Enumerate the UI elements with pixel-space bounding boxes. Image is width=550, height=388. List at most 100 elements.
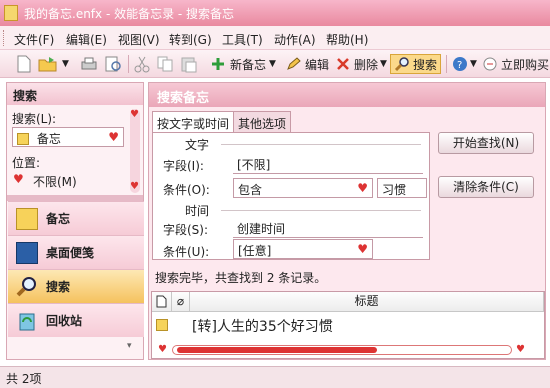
pencil-icon bbox=[287, 57, 301, 70]
delete-x-icon bbox=[337, 58, 349, 70]
open-folder-icon[interactable] bbox=[38, 54, 58, 74]
condition-text-input[interactable]: 习惯 bbox=[377, 178, 427, 198]
table-row[interactable]: [转]人生的35个好习惯 bbox=[152, 313, 544, 337]
buy-now-label: 立即购买 bbox=[501, 57, 550, 72]
field-label: 字段(I): bbox=[163, 159, 204, 173]
edit-button[interactable]: 编辑 bbox=[285, 54, 329, 74]
dropdown-arrow-icon: ▼ bbox=[380, 59, 387, 69]
edit-label: 编辑 bbox=[305, 57, 330, 72]
heart-dropdown-icon[interactable]: ♥ bbox=[357, 181, 368, 195]
delete-button[interactable]: 删除 ▼ bbox=[335, 54, 387, 74]
search-input-value: 备忘 bbox=[36, 132, 61, 146]
time-condition-select[interactable]: [任意] ♥ bbox=[233, 239, 373, 259]
left-panel: 搜索 搜索(L): 备忘 ♥ 位置: ♥ 不限(M) ♥ ♥ 备忘 桌面便笺 搜… bbox=[6, 82, 144, 360]
delete-label: 删除 bbox=[354, 57, 379, 72]
new-memo-button[interactable]: 新备忘 ▼ bbox=[210, 54, 276, 74]
condition-select-value: 包含 bbox=[238, 183, 263, 197]
scrollbar-thumb[interactable] bbox=[177, 347, 377, 353]
menu-tools[interactable]: 工具(T) bbox=[222, 31, 263, 48]
copy-icon[interactable] bbox=[156, 54, 174, 74]
search-input[interactable]: 备忘 ♥ bbox=[12, 127, 124, 147]
help-icon[interactable]: ? bbox=[452, 54, 468, 74]
left-panel-header: 搜索 bbox=[7, 83, 143, 105]
time-group-label: 时间 bbox=[185, 204, 210, 218]
search-label: 搜索 bbox=[413, 57, 438, 72]
scroll-right-icon[interactable]: ♥ bbox=[516, 344, 525, 355]
tab-text-or-time[interactable]: 按文字或时间 bbox=[152, 111, 235, 133]
time-field-select[interactable]: 创建时间 bbox=[233, 218, 423, 238]
paperclip-icon: ⌀ bbox=[176, 294, 185, 308]
cut-icon[interactable] bbox=[134, 54, 150, 74]
menu-help[interactable]: 帮助(H) bbox=[326, 31, 368, 48]
heart-radio-icon[interactable]: ♥ bbox=[13, 172, 24, 186]
more-chevron-icon[interactable]: ▾ bbox=[127, 341, 132, 351]
search-icon bbox=[394, 57, 409, 72]
status-bar: 共 2项 bbox=[0, 366, 550, 388]
svg-text:?: ? bbox=[457, 60, 462, 71]
text-group-label: 文字 bbox=[185, 138, 210, 152]
menu-goto[interactable]: 转到(G) bbox=[169, 31, 212, 48]
menu-grip bbox=[3, 30, 6, 46]
group-divider bbox=[221, 144, 421, 145]
scroll-down-icon[interactable]: ♥ bbox=[130, 181, 139, 192]
desktop-notes-icon bbox=[16, 241, 38, 264]
app-icon bbox=[4, 5, 18, 21]
heart-dropdown-icon[interactable]: ♥ bbox=[357, 242, 368, 256]
dropdown-arrow-icon[interactable]: ▼ bbox=[62, 54, 69, 74]
time-field-value: 创建时间 bbox=[237, 222, 286, 236]
memo-icon bbox=[16, 207, 38, 230]
toolbar: ▼ 新备忘 ▼ 编辑 删除 ▼ 搜索 ? ▼ 立即购买 bbox=[0, 50, 550, 78]
clear-criteria-button[interactable]: 清除条件(C) bbox=[438, 176, 534, 198]
time-field-label: 字段(S): bbox=[163, 223, 209, 237]
start-search-button[interactable]: 开始查找(N) bbox=[438, 132, 534, 154]
nav-item-label: 备忘 bbox=[46, 212, 71, 226]
dropdown-arrow-icon[interactable]: ▼ bbox=[470, 54, 477, 74]
main-panel: 搜索备忘 按文字或时间 其他选项 文字 字段(I): [不限] 条件(O): 包… bbox=[148, 82, 546, 360]
scroll-left-icon[interactable]: ♥ bbox=[158, 344, 167, 355]
search-criteria-pane: 文字 字段(I): [不限] 条件(O): 包含 ♥ 习惯 时间 字段(S): … bbox=[152, 132, 430, 260]
paste-icon[interactable] bbox=[180, 54, 198, 74]
condition-text-value: 习惯 bbox=[382, 183, 407, 197]
new-memo-label: 新备忘 bbox=[230, 57, 267, 72]
menu-bar: 文件(F) 编辑(E) 视图(V) 转到(G) 工具(T) 动作(A) 帮助(H… bbox=[0, 26, 550, 50]
print-icon[interactable] bbox=[80, 54, 98, 74]
nav-item-label: 桌面便笺 bbox=[46, 246, 95, 260]
print-preview-icon[interactable] bbox=[104, 54, 122, 74]
search-icon bbox=[16, 276, 36, 296]
recycle-bin-icon bbox=[19, 313, 35, 330]
window-title: 我的备忘.enfx - 效能备忘录 - 搜索备忘 bbox=[24, 7, 235, 21]
heart-dropdown-icon[interactable]: ♥ bbox=[108, 130, 119, 144]
nav-item-desktop-notes[interactable]: 桌面便笺 bbox=[8, 235, 144, 269]
position-option-label[interactable]: 不限(M) bbox=[33, 173, 77, 190]
row-title: [转]人生的35个好习惯 bbox=[192, 319, 333, 335]
main-panel-header: 搜索备忘 bbox=[149, 83, 545, 107]
buy-now-button[interactable]: 立即购买 bbox=[482, 54, 549, 74]
plus-icon bbox=[212, 58, 224, 70]
note-icon bbox=[156, 319, 168, 331]
nav-item-label: 回收站 bbox=[46, 314, 83, 328]
menu-actions[interactable]: 动作(A) bbox=[274, 31, 316, 48]
search-button[interactable]: 搜索 bbox=[390, 54, 442, 74]
new-document-icon[interactable] bbox=[16, 54, 32, 74]
toolbar-separator bbox=[128, 55, 129, 73]
tab-other-options[interactable]: 其他选项 bbox=[233, 111, 292, 133]
column-doc-icon[interactable] bbox=[152, 292, 172, 312]
menu-file[interactable]: 文件(F) bbox=[14, 31, 54, 48]
result-message: 搜索完毕，共查找到 2 条记录。 bbox=[155, 271, 327, 285]
nav-item-search[interactable]: 搜索 bbox=[8, 269, 144, 303]
horizontal-scrollbar[interactable] bbox=[172, 345, 512, 355]
scroll-up-icon[interactable]: ♥ bbox=[130, 109, 139, 120]
field-select[interactable]: [不限] bbox=[233, 154, 423, 174]
result-list: ⌀ 标题 [转]人生的35个好习惯 ♥ ♥ bbox=[151, 291, 545, 359]
title-bar: 我的备忘.enfx - 效能备忘录 - 搜索备忘 bbox=[0, 0, 550, 26]
document-icon bbox=[156, 295, 167, 308]
menu-view[interactable]: 视图(V) bbox=[118, 31, 160, 48]
condition-select[interactable]: 包含 ♥ bbox=[233, 178, 373, 198]
menu-edit[interactable]: 编辑(E) bbox=[66, 31, 107, 48]
nav-item-recycle-bin[interactable]: 回收站 bbox=[8, 303, 144, 337]
column-attachment[interactable]: ⌀ bbox=[172, 292, 190, 312]
nav-item-memo[interactable]: 备忘 bbox=[8, 201, 144, 235]
time-condition-value: [任意] bbox=[238, 244, 272, 258]
position-label: 位置: bbox=[12, 156, 41, 170]
column-title-header[interactable]: 标题 bbox=[190, 292, 544, 312]
